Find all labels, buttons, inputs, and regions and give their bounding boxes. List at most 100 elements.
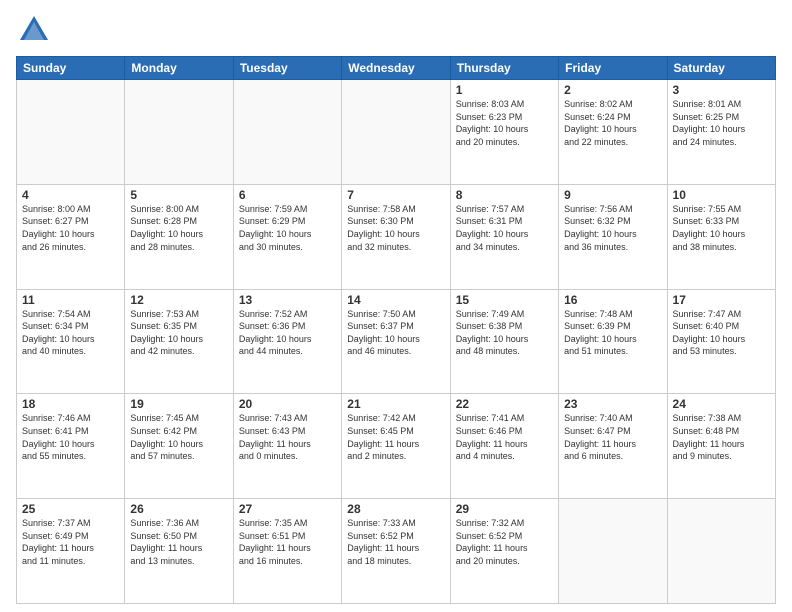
- weekday-header-thursday: Thursday: [450, 57, 558, 80]
- weekday-header-sunday: Sunday: [17, 57, 125, 80]
- day-info: Sunrise: 7:42 AMSunset: 6:45 PMDaylight:…: [347, 412, 444, 462]
- day-number: 8: [456, 188, 553, 202]
- calendar-week-5: 25Sunrise: 7:37 AMSunset: 6:49 PMDayligh…: [17, 499, 776, 604]
- calendar-cell: 20Sunrise: 7:43 AMSunset: 6:43 PMDayligh…: [233, 394, 341, 499]
- calendar-cell: 5Sunrise: 8:00 AMSunset: 6:28 PMDaylight…: [125, 184, 233, 289]
- weekday-header-monday: Monday: [125, 57, 233, 80]
- day-number: 29: [456, 502, 553, 516]
- day-number: 25: [22, 502, 119, 516]
- day-info: Sunrise: 7:35 AMSunset: 6:51 PMDaylight:…: [239, 517, 336, 567]
- calendar-cell: 1Sunrise: 8:03 AMSunset: 6:23 PMDaylight…: [450, 80, 558, 185]
- day-number: 17: [673, 293, 770, 307]
- day-info: Sunrise: 8:03 AMSunset: 6:23 PMDaylight:…: [456, 98, 553, 148]
- day-number: 16: [564, 293, 661, 307]
- calendar-cell: 2Sunrise: 8:02 AMSunset: 6:24 PMDaylight…: [559, 80, 667, 185]
- day-info: Sunrise: 7:49 AMSunset: 6:38 PMDaylight:…: [456, 308, 553, 358]
- day-info: Sunrise: 7:33 AMSunset: 6:52 PMDaylight:…: [347, 517, 444, 567]
- calendar-cell: [667, 499, 775, 604]
- calendar-cell: 8Sunrise: 7:57 AMSunset: 6:31 PMDaylight…: [450, 184, 558, 289]
- day-number: 24: [673, 397, 770, 411]
- calendar: SundayMondayTuesdayWednesdayThursdayFrid…: [16, 56, 776, 604]
- day-number: 6: [239, 188, 336, 202]
- calendar-cell: 6Sunrise: 7:59 AMSunset: 6:29 PMDaylight…: [233, 184, 341, 289]
- day-number: 4: [22, 188, 119, 202]
- calendar-cell: 10Sunrise: 7:55 AMSunset: 6:33 PMDayligh…: [667, 184, 775, 289]
- day-number: 26: [130, 502, 227, 516]
- day-info: Sunrise: 7:50 AMSunset: 6:37 PMDaylight:…: [347, 308, 444, 358]
- day-info: Sunrise: 7:41 AMSunset: 6:46 PMDaylight:…: [456, 412, 553, 462]
- calendar-cell: 12Sunrise: 7:53 AMSunset: 6:35 PMDayligh…: [125, 289, 233, 394]
- calendar-cell: [17, 80, 125, 185]
- weekday-header-saturday: Saturday: [667, 57, 775, 80]
- calendar-cell: 18Sunrise: 7:46 AMSunset: 6:41 PMDayligh…: [17, 394, 125, 499]
- calendar-cell: 11Sunrise: 7:54 AMSunset: 6:34 PMDayligh…: [17, 289, 125, 394]
- day-info: Sunrise: 7:55 AMSunset: 6:33 PMDaylight:…: [673, 203, 770, 253]
- day-info: Sunrise: 7:57 AMSunset: 6:31 PMDaylight:…: [456, 203, 553, 253]
- calendar-week-1: 1Sunrise: 8:03 AMSunset: 6:23 PMDaylight…: [17, 80, 776, 185]
- day-number: 20: [239, 397, 336, 411]
- day-number: 11: [22, 293, 119, 307]
- logo: [16, 12, 56, 48]
- calendar-cell: 27Sunrise: 7:35 AMSunset: 6:51 PMDayligh…: [233, 499, 341, 604]
- day-number: 10: [673, 188, 770, 202]
- calendar-cell: [559, 499, 667, 604]
- calendar-cell: 26Sunrise: 7:36 AMSunset: 6:50 PMDayligh…: [125, 499, 233, 604]
- calendar-cell: 3Sunrise: 8:01 AMSunset: 6:25 PMDaylight…: [667, 80, 775, 185]
- day-info: Sunrise: 7:38 AMSunset: 6:48 PMDaylight:…: [673, 412, 770, 462]
- day-info: Sunrise: 7:32 AMSunset: 6:52 PMDaylight:…: [456, 517, 553, 567]
- weekday-header-row: SundayMondayTuesdayWednesdayThursdayFrid…: [17, 57, 776, 80]
- page: SundayMondayTuesdayWednesdayThursdayFrid…: [0, 0, 792, 612]
- calendar-cell: 24Sunrise: 7:38 AMSunset: 6:48 PMDayligh…: [667, 394, 775, 499]
- day-info: Sunrise: 7:43 AMSunset: 6:43 PMDaylight:…: [239, 412, 336, 462]
- day-info: Sunrise: 7:47 AMSunset: 6:40 PMDaylight:…: [673, 308, 770, 358]
- calendar-cell: 15Sunrise: 7:49 AMSunset: 6:38 PMDayligh…: [450, 289, 558, 394]
- day-info: Sunrise: 7:45 AMSunset: 6:42 PMDaylight:…: [130, 412, 227, 462]
- day-info: Sunrise: 7:54 AMSunset: 6:34 PMDaylight:…: [22, 308, 119, 358]
- day-number: 18: [22, 397, 119, 411]
- calendar-cell: [233, 80, 341, 185]
- calendar-cell: 9Sunrise: 7:56 AMSunset: 6:32 PMDaylight…: [559, 184, 667, 289]
- calendar-cell: 25Sunrise: 7:37 AMSunset: 6:49 PMDayligh…: [17, 499, 125, 604]
- calendar-cell: 16Sunrise: 7:48 AMSunset: 6:39 PMDayligh…: [559, 289, 667, 394]
- day-number: 19: [130, 397, 227, 411]
- day-number: 28: [347, 502, 444, 516]
- day-number: 14: [347, 293, 444, 307]
- day-info: Sunrise: 7:46 AMSunset: 6:41 PMDaylight:…: [22, 412, 119, 462]
- weekday-header-wednesday: Wednesday: [342, 57, 450, 80]
- calendar-week-4: 18Sunrise: 7:46 AMSunset: 6:41 PMDayligh…: [17, 394, 776, 499]
- logo-icon: [16, 12, 52, 48]
- day-info: Sunrise: 7:59 AMSunset: 6:29 PMDaylight:…: [239, 203, 336, 253]
- day-number: 7: [347, 188, 444, 202]
- day-number: 15: [456, 293, 553, 307]
- day-info: Sunrise: 7:58 AMSunset: 6:30 PMDaylight:…: [347, 203, 444, 253]
- calendar-week-3: 11Sunrise: 7:54 AMSunset: 6:34 PMDayligh…: [17, 289, 776, 394]
- calendar-cell: 22Sunrise: 7:41 AMSunset: 6:46 PMDayligh…: [450, 394, 558, 499]
- day-number: 5: [130, 188, 227, 202]
- day-number: 9: [564, 188, 661, 202]
- day-number: 3: [673, 83, 770, 97]
- day-info: Sunrise: 8:01 AMSunset: 6:25 PMDaylight:…: [673, 98, 770, 148]
- day-info: Sunrise: 7:48 AMSunset: 6:39 PMDaylight:…: [564, 308, 661, 358]
- day-info: Sunrise: 7:52 AMSunset: 6:36 PMDaylight:…: [239, 308, 336, 358]
- day-number: 13: [239, 293, 336, 307]
- day-number: 27: [239, 502, 336, 516]
- day-info: Sunrise: 7:53 AMSunset: 6:35 PMDaylight:…: [130, 308, 227, 358]
- calendar-cell: 21Sunrise: 7:42 AMSunset: 6:45 PMDayligh…: [342, 394, 450, 499]
- calendar-cell: 17Sunrise: 7:47 AMSunset: 6:40 PMDayligh…: [667, 289, 775, 394]
- day-number: 22: [456, 397, 553, 411]
- weekday-header-tuesday: Tuesday: [233, 57, 341, 80]
- calendar-cell: 23Sunrise: 7:40 AMSunset: 6:47 PMDayligh…: [559, 394, 667, 499]
- header: [16, 12, 776, 48]
- day-info: Sunrise: 8:00 AMSunset: 6:27 PMDaylight:…: [22, 203, 119, 253]
- day-number: 21: [347, 397, 444, 411]
- day-info: Sunrise: 8:00 AMSunset: 6:28 PMDaylight:…: [130, 203, 227, 253]
- calendar-cell: [342, 80, 450, 185]
- weekday-header-friday: Friday: [559, 57, 667, 80]
- day-number: 1: [456, 83, 553, 97]
- day-info: Sunrise: 7:37 AMSunset: 6:49 PMDaylight:…: [22, 517, 119, 567]
- calendar-cell: 13Sunrise: 7:52 AMSunset: 6:36 PMDayligh…: [233, 289, 341, 394]
- calendar-cell: 28Sunrise: 7:33 AMSunset: 6:52 PMDayligh…: [342, 499, 450, 604]
- day-number: 12: [130, 293, 227, 307]
- calendar-cell: [125, 80, 233, 185]
- calendar-cell: 14Sunrise: 7:50 AMSunset: 6:37 PMDayligh…: [342, 289, 450, 394]
